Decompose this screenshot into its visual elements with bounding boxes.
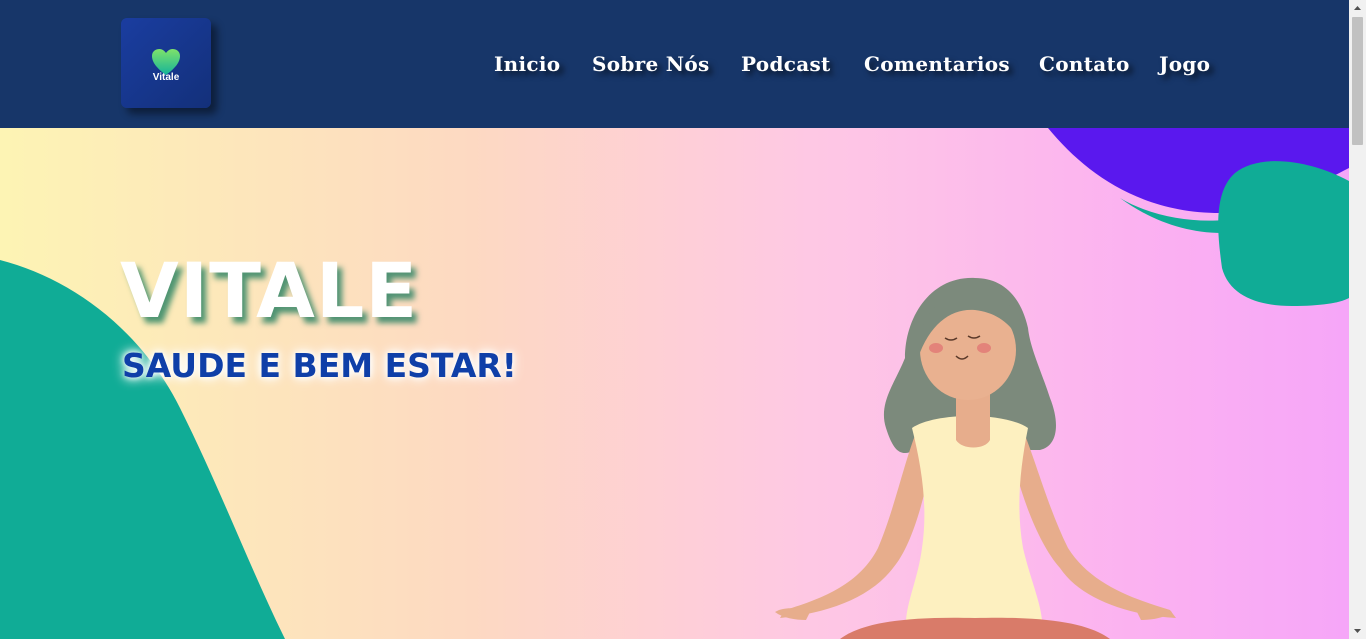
nav-item-podcast[interactable]: Podcast bbox=[741, 52, 831, 76]
nav-item-sobre-nos[interactable]: Sobre Nós bbox=[592, 52, 710, 76]
teal-blob-right bbox=[1218, 161, 1349, 306]
nav-item-inicio[interactable]: Inicio bbox=[494, 52, 560, 76]
vertical-scrollbar[interactable] bbox=[1349, 0, 1366, 639]
hero-subtitle: SAUDE E BEM ESTAR! bbox=[122, 346, 517, 385]
site-header: Vitale Inicio Sobre Nós Podcast Comentar… bbox=[0, 0, 1349, 128]
scroll-thumb[interactable] bbox=[1352, 17, 1363, 145]
logo-text: Vitale bbox=[152, 72, 180, 83]
logo[interactable]: Vitale bbox=[121, 18, 211, 108]
hero-title: VITALE bbox=[120, 246, 419, 335]
nav-item-comentarios[interactable]: Comentarios bbox=[864, 52, 1010, 76]
nav-item-contato[interactable]: Contato bbox=[1039, 52, 1130, 76]
scroll-down-arrow-icon[interactable] bbox=[1349, 622, 1366, 639]
meditating-woman-illustration bbox=[775, 277, 1176, 639]
scroll-up-arrow-icon[interactable] bbox=[1349, 0, 1366, 17]
hero-banner: VITALE SAUDE E BEM ESTAR! bbox=[0, 128, 1349, 639]
nav-item-jogo[interactable]: Jogo bbox=[1159, 52, 1210, 76]
